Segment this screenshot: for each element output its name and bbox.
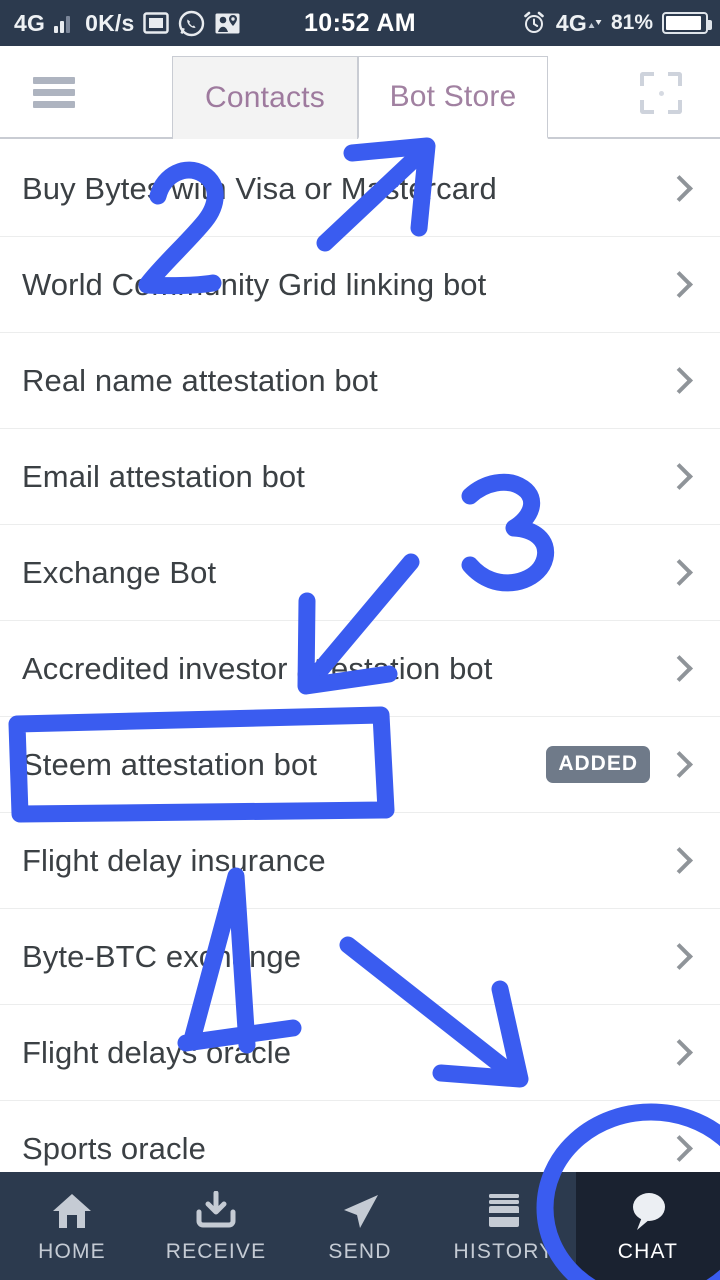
nav-item-label: HISTORY (453, 1240, 555, 1263)
bot-store-list[interactable]: Buy Bytes with Visa or Mastercard World C… (0, 141, 720, 1197)
app-header: Contacts Bot Store (0, 46, 720, 139)
chat-bubble-icon (625, 1188, 671, 1234)
chevron-right-icon (666, 1136, 692, 1162)
chevron-right-icon (666, 1040, 692, 1066)
battery-icon (662, 12, 712, 34)
status-bar: 4G 0K/s 10:52 AM 4G 81% (0, 0, 720, 46)
hamburger-menu-icon (33, 72, 75, 113)
chevron-right-icon (666, 944, 692, 970)
chevron-right-icon (666, 560, 692, 586)
tab-bot-store-label: Bot Store (389, 80, 517, 113)
nav-item-history[interactable]: HISTORY (432, 1172, 576, 1280)
network-type-label: 4G (14, 9, 46, 36)
archive-box-icon (484, 1188, 524, 1234)
nav-item-label: HOME (38, 1240, 106, 1263)
list-item[interactable]: Flight delays oracle (0, 1005, 720, 1101)
qr-scan-button[interactable] (616, 46, 706, 139)
paper-plane-icon (338, 1188, 382, 1234)
list-item-label: Flight delays oracle (22, 1034, 292, 1070)
list-item-label: World Community Grid linking bot (22, 266, 487, 302)
tab-contacts-label: Contacts (205, 81, 325, 114)
list-item[interactable]: Steem attestation bot ADDED (0, 717, 720, 813)
download-tray-icon (194, 1188, 238, 1234)
chevron-right-icon (666, 848, 692, 874)
chevron-right-icon (666, 656, 692, 682)
nav-item-chat[interactable]: CHAT (576, 1172, 720, 1280)
chevron-right-icon (666, 464, 692, 490)
chevron-right-icon (666, 752, 692, 778)
list-item-label: Exchange Bot (22, 554, 217, 590)
list-item-label: Accredited investor attestation bot (22, 650, 493, 686)
list-item[interactable]: Email attestation bot (0, 429, 720, 525)
list-item-label: Sports oracle (22, 1130, 206, 1166)
chevron-right-icon (666, 368, 692, 394)
alarm-clock-icon (521, 10, 547, 36)
list-item[interactable]: Exchange Bot (0, 525, 720, 621)
list-item[interactable]: Byte-BTC exchange (0, 909, 720, 1005)
nav-item-send[interactable]: SEND (288, 1172, 432, 1280)
home-icon (50, 1188, 94, 1234)
chevron-right-icon (666, 272, 692, 298)
list-item-label: Flight delay insurance (22, 842, 326, 878)
bottom-navigation-bar[interactable]: HOME RECEIVE SEND HISTORY CHAT (0, 1172, 720, 1280)
phone-screen: 4G 0K/s 10:52 AM 4G 81% Contacts Bot Sto… (0, 0, 720, 1280)
status-bar-left: 4G 0K/s (0, 10, 241, 37)
qr-scan-icon (640, 71, 682, 114)
nav-item-label: RECEIVE (165, 1240, 267, 1263)
nav-item-label: SEND (328, 1240, 392, 1263)
sms-icon (143, 10, 170, 36)
clock-label: 10:52 AM (303, 8, 417, 37)
network-type-right-label: 4G (555, 9, 587, 36)
maps-icon (214, 10, 241, 37)
tab-bot-store[interactable]: Bot Store (358, 56, 548, 139)
tab-contacts[interactable]: Contacts (172, 56, 358, 139)
status-bar-right: 4G 81% (521, 10, 720, 37)
list-item[interactable]: World Community Grid linking bot (0, 237, 720, 333)
battery-percent-label: 81% (610, 11, 653, 34)
list-item-label: Email attestation bot (22, 458, 305, 494)
list-item-label: Buy Bytes with Visa or Mastercard (22, 170, 497, 206)
list-item-label: Steem attestation bot (22, 746, 318, 782)
list-item[interactable]: Buy Bytes with Visa or Mastercard (0, 141, 720, 237)
hamburger-menu-button[interactable] (16, 46, 92, 139)
list-item[interactable]: Flight delay insurance (0, 813, 720, 909)
signal-bars-icon (54, 13, 71, 33)
list-item[interactable]: Accredited investor attestation bot (0, 621, 720, 717)
whatsapp-icon (178, 10, 205, 37)
chevron-right-icon (666, 176, 692, 202)
nav-item-label: CHAT (617, 1240, 679, 1263)
nav-item-home[interactable]: HOME (0, 1172, 144, 1280)
list-item-label: Byte-BTC exchange (22, 938, 302, 974)
data-transfer-icon (588, 13, 602, 33)
status-badge: ADDED (546, 746, 650, 783)
data-rate-label: 0K/s (85, 9, 135, 36)
list-item-label: Real name attestation bot (22, 362, 378, 398)
nav-item-receive[interactable]: RECEIVE (144, 1172, 288, 1280)
list-item[interactable]: Real name attestation bot (0, 333, 720, 429)
